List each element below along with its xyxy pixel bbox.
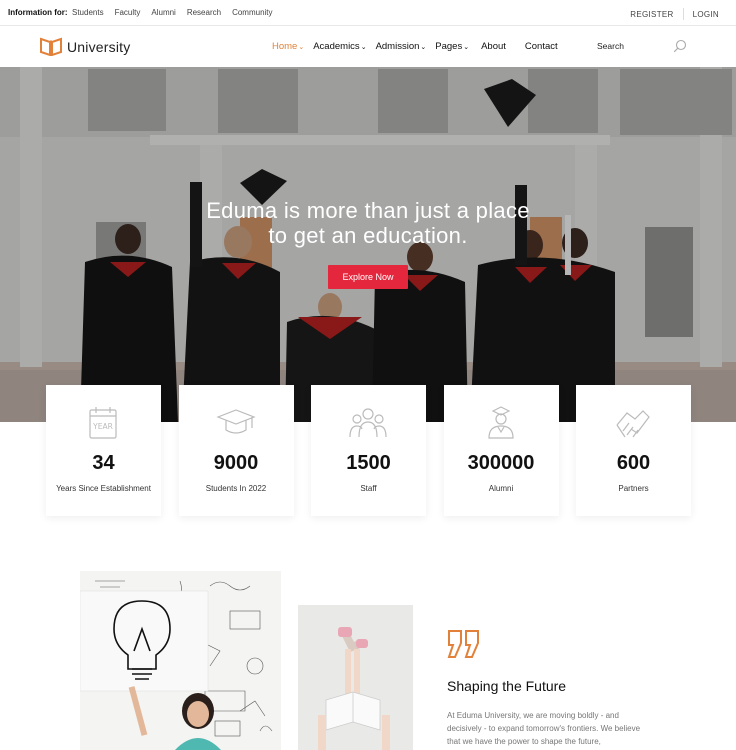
svg-text:YEAR: YEAR	[92, 422, 113, 431]
lightbulb-student-photo	[80, 571, 281, 750]
chevron-down-icon: ⌄	[360, 43, 367, 51]
stat-card-alumni: 300000 Alumni	[443, 385, 559, 516]
site-logo[interactable]: University	[40, 37, 130, 56]
nav-pages-label: Pages	[435, 41, 463, 52]
staff-group-icon	[349, 408, 387, 438]
auth-links: REGISTER LOGIN	[630, 8, 719, 20]
stat-label: Partners	[618, 484, 649, 493]
stat-value: 1500	[346, 452, 391, 474]
book-logo-icon	[40, 37, 62, 56]
brand-name: University	[67, 38, 131, 55]
link-community[interactable]: Community	[232, 8, 272, 17]
search-icon[interactable]	[673, 39, 687, 53]
chevron-down-icon: ⌄	[463, 43, 470, 51]
stat-card-partners: 600 Partners	[576, 385, 691, 516]
stat-card-staff: 1500 Staff	[311, 385, 426, 516]
nav-academics-label: Academics	[313, 41, 360, 52]
stat-label: Years Since Establishment	[56, 484, 151, 493]
main-header: University Home ⌄ Academics ⌄ Admission …	[0, 26, 736, 67]
nav-home[interactable]: Home ⌄	[272, 41, 304, 52]
nav-admission[interactable]: Admission ⌄	[376, 41, 427, 52]
chevron-down-icon: ⌄	[420, 43, 427, 51]
hero-headline-line2: to get an education.	[268, 223, 468, 248]
graduate-person-icon	[487, 406, 514, 439]
hero-banner: Eduma is more than just a place to get a…	[0, 67, 736, 422]
explore-now-button[interactable]: Explore Now	[328, 265, 408, 289]
section-body-text: At Eduma University, we are moving boldl…	[447, 711, 641, 746]
stat-value: 300000	[467, 452, 535, 474]
link-students[interactable]: Students	[72, 8, 104, 17]
quote-mark-icon	[447, 630, 479, 658]
stat-card-years: YEAR 34 Years Since Establishment	[46, 385, 161, 516]
chevron-down-icon: ⌄	[298, 43, 305, 51]
nav-home-label: Home	[272, 41, 298, 52]
nav-contact-label: Contact	[524, 41, 558, 52]
nav-academics[interactable]: Academics ⌄	[313, 41, 366, 52]
main-nav: Home ⌄ Academics ⌄ Admission ⌄ Pages ⌄ A…	[272, 41, 558, 52]
register-link[interactable]: REGISTER	[630, 10, 673, 19]
stat-label: Students In 2022	[205, 484, 267, 493]
nav-about-label: About	[481, 41, 506, 52]
hero-headline: Eduma is more than just a place	[206, 198, 530, 223]
graduation-cap-icon	[215, 409, 256, 434]
link-research[interactable]: Research	[187, 8, 221, 17]
reading-student-photo	[298, 605, 413, 750]
stat-label: Alumni	[488, 484, 514, 493]
stat-value: 600	[616, 452, 651, 474]
auth-divider	[682, 8, 684, 20]
stat-card-students: 9000 Students In 2022	[178, 385, 294, 516]
nav-pages[interactable]: Pages ⌄	[435, 41, 469, 52]
nav-about[interactable]: About	[481, 41, 506, 52]
audience-links: Students Faculty Alumni Research Communi…	[72, 8, 273, 17]
login-link[interactable]: LOGIN	[693, 10, 719, 19]
calendar-year-icon: YEAR	[89, 407, 117, 439]
stat-value: 34	[92, 452, 115, 474]
information-for-label: Information for:	[8, 8, 68, 17]
nav-contact[interactable]: Contact	[525, 41, 558, 52]
stat-label: Staff	[360, 484, 377, 493]
link-alumni[interactable]: Alumni	[151, 8, 175, 17]
section-title: Shaping the Future	[447, 678, 567, 694]
link-faculty[interactable]: Faculty	[115, 8, 141, 17]
handshake-icon	[616, 410, 650, 438]
stats-row: YEAR 34 Years Since Establishment 9000 S…	[46, 385, 691, 516]
nav-admission-label: Admission	[375, 41, 420, 52]
top-utility-bar: Information for: Students Faculty Alumni…	[0, 0, 736, 26]
stat-value: 9000	[213, 452, 259, 474]
search-input[interactable]: Search	[597, 41, 624, 51]
